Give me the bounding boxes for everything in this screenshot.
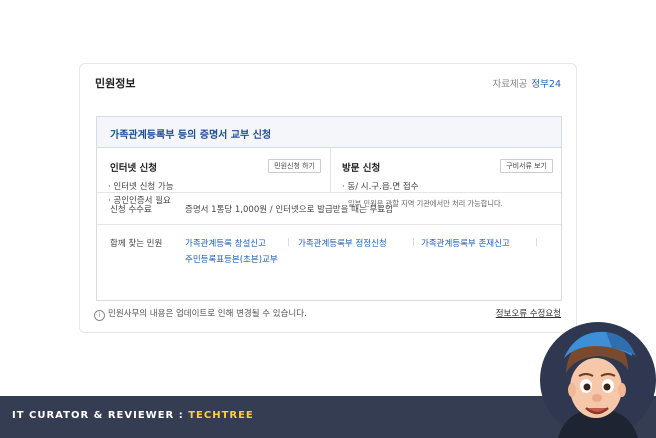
online-apply-line: · 공인인증서 필요 (108, 196, 171, 206)
online-apply-title: 인터넷 신청 (110, 163, 158, 174)
banner-prefix: IT CURATOR & REVIEWER : (12, 410, 189, 421)
related-link-existence-report[interactable]: 가족관계등록부 존재신고 (421, 237, 510, 249)
update-notice-text: 민원사무의 내용은 업데이트로 인해 변경될 수 있습니다. (108, 309, 307, 319)
update-notice: i 민원사무의 내용은 업데이트로 인해 변경될 수 있습니다. (94, 307, 307, 321)
service-title: 가족관계등록부 등의 증명서 교부 신청 (97, 117, 561, 148)
visit-apply-note: 일부 민원은 관할 지역 기관에서만 처리 가능합니다. (348, 199, 503, 208)
link-divider: | (535, 237, 538, 246)
related-link-creation-report[interactable]: 가족관계등록 창설신고 (185, 237, 266, 249)
online-apply-line: · 인터넷 신청 가능 (108, 182, 174, 192)
related-link-correction-request[interactable]: 가족관계등록부 정정신청 (298, 237, 387, 249)
cartoon-avatar-icon (540, 322, 656, 438)
visit-apply-title: 방문 신청 (342, 163, 381, 174)
required-docs-button[interactable]: 구비서류 보기 (500, 159, 553, 173)
card-title: 민원정보 (95, 77, 136, 90)
related-services: 함께 찾는 민원 가족관계등록 창설신고 | 가족관계등록부 정정신청 | 가족… (97, 225, 561, 273)
link-divider: | (412, 237, 415, 246)
source-info: 자료제공 정부24 (492, 76, 561, 90)
online-apply-details: · 인터넷 신청 가능 · 공인인증서 필요 (108, 180, 174, 208)
online-apply-button[interactable]: 민원신청 하기 (268, 159, 321, 173)
banner-text: IT CURATOR & REVIEWER : TECHTREE (12, 410, 254, 421)
related-label: 함께 찾는 민원 (110, 239, 163, 249)
related-link-resident-registration[interactable]: 주민등록표등본(초본)교부 (185, 253, 278, 265)
visit-apply-line: · 동/ 시.구.읍.면 접수 (342, 182, 419, 192)
info-icon: i (94, 310, 105, 321)
link-divider: | (287, 237, 290, 246)
source-brand-link[interactable]: 정부24 (531, 79, 561, 90)
banner-brand: TECHTREE (188, 410, 254, 421)
source-label: 자료제공 (492, 79, 528, 90)
